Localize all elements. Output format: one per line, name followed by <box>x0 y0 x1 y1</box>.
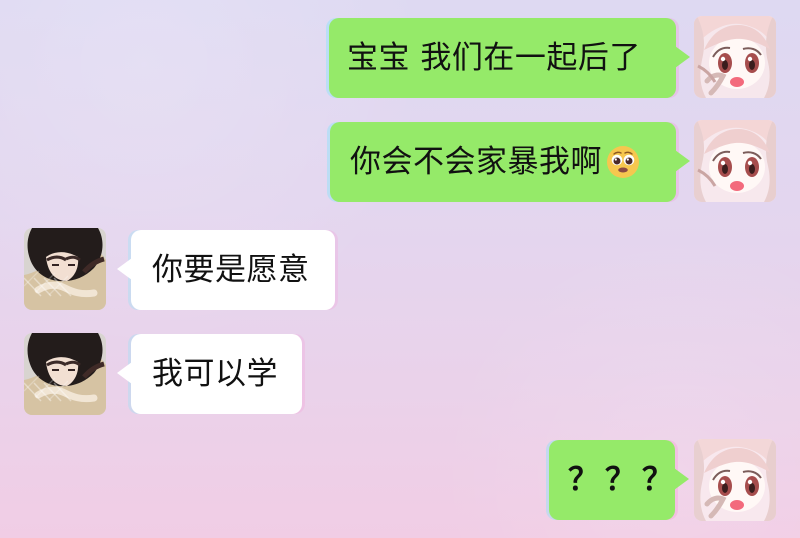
outgoing-message-bubble[interactable]: 宝宝 我们在一起后了 <box>329 18 690 98</box>
pleading-face-icon <box>605 144 641 180</box>
anime-boy-avatar[interactable] <box>24 333 106 415</box>
anime-girl-avatar[interactable] <box>694 120 776 202</box>
message-text: 宝宝 我们在一起后了 <box>347 39 641 76</box>
chat-transcript: 宝宝 我们在一起后了 你会不会家暴我啊 你要是愿意 我可以学 ？？？ <box>0 0 800 538</box>
message-text: 你会不会家暴我啊 <box>350 143 602 180</box>
message-text: 你要是愿意 <box>152 251 310 288</box>
anime-boy-avatar[interactable] <box>24 228 106 310</box>
outgoing-message-bubble[interactable]: 你会不会家暴我啊 <box>330 122 690 202</box>
incoming-message-bubble[interactable]: 我可以学 <box>117 334 302 414</box>
incoming-message-bubble[interactable]: 你要是愿意 <box>117 230 335 310</box>
anime-girl-avatar[interactable] <box>694 439 776 521</box>
message-text: ？？？ <box>568 461 679 498</box>
anime-girl-avatar[interactable] <box>694 16 776 98</box>
outgoing-message-bubble[interactable]: ？？？ <box>549 440 689 520</box>
message-text: 我可以学 <box>152 355 278 392</box>
